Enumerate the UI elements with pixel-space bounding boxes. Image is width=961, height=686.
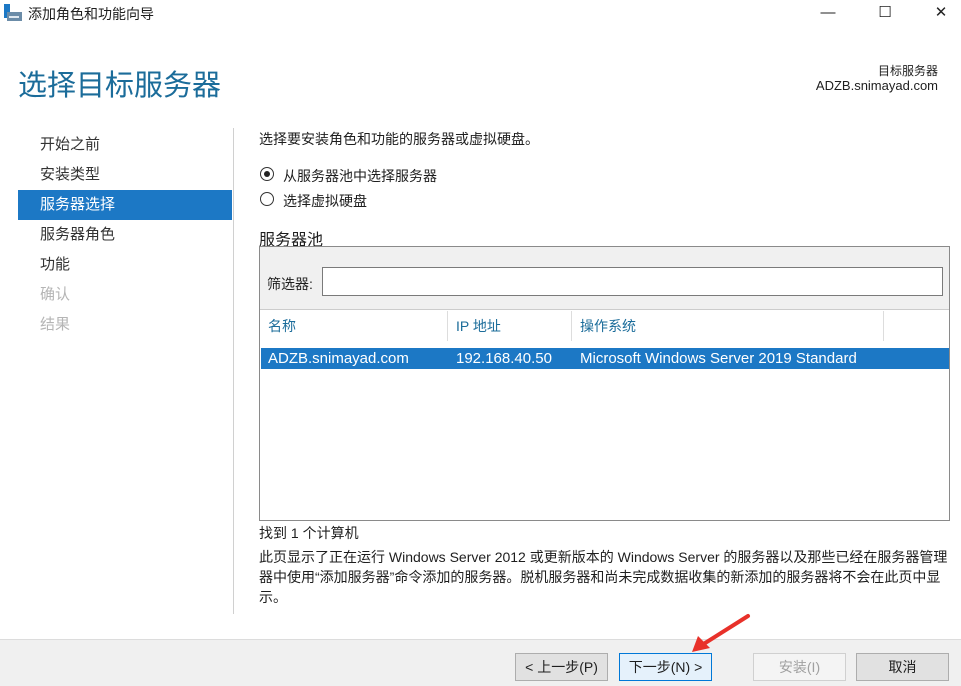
nav-item-results: 结果 bbox=[40, 316, 71, 333]
filter-input[interactable] bbox=[322, 267, 943, 296]
instruction-text: 选择要安装角色和功能的服务器或虚拟硬盘。 bbox=[259, 131, 539, 147]
page-title: 选择目标服务器 bbox=[18, 70, 222, 102]
radio-label: 从服务器池中选择服务器 bbox=[283, 168, 437, 184]
server-pool: 筛选器: 名称 IP 地址 操作系统 ADZB.snimayad.com 192… bbox=[259, 246, 950, 521]
filter-label: 筛选器: bbox=[267, 276, 313, 292]
radio-button-checked[interactable] bbox=[260, 167, 274, 181]
radio-select-vhd[interactable]: 选择虚拟硬盘 bbox=[260, 192, 460, 210]
cell-ip: 192.168.40.50 bbox=[456, 350, 552, 367]
radio-select-from-pool[interactable]: 从服务器池中选择服务器 bbox=[260, 167, 460, 185]
nav-item-before-you-begin[interactable]: 开始之前 bbox=[18, 130, 232, 160]
filter-bar: 筛选器: bbox=[260, 247, 949, 310]
target-server-label: 目标服务器 bbox=[877, 64, 938, 78]
nav-item-confirmation: 确认 bbox=[40, 286, 71, 303]
column-header-ip[interactable]: IP 地址 bbox=[448, 311, 572, 341]
cell-os: Microsoft Windows Server 2019 Standard bbox=[580, 350, 857, 367]
window-title: 添加角色和功能向导 bbox=[28, 6, 154, 22]
cancel-button[interactable]: 取消 bbox=[856, 653, 949, 681]
cell-name: ADZB.snimayad.com bbox=[268, 350, 409, 367]
found-count: 找到 1 个计算机 bbox=[259, 525, 359, 541]
nav-item-features[interactable]: 功能 bbox=[18, 250, 232, 280]
install-button: 安装(I) bbox=[753, 653, 846, 681]
column-header-os[interactable]: 操作系统 bbox=[572, 311, 884, 341]
divider bbox=[233, 128, 234, 614]
maximize-icon[interactable]: ☐ bbox=[862, 0, 908, 26]
server-manager-icon bbox=[4, 4, 22, 21]
nav-item-installation-type[interactable]: 安装类型 bbox=[18, 160, 232, 190]
nav-item-server-roles[interactable]: 服务器角色 bbox=[18, 220, 232, 250]
info-note: 此页显示了正在运行 Windows Server 2012 或更新版本的 Win… bbox=[259, 549, 948, 605]
nav-item-server-selection[interactable]: 服务器选择 bbox=[18, 190, 232, 220]
radio-button[interactable] bbox=[260, 192, 274, 206]
previous-button[interactable]: < 上一步(P) bbox=[515, 653, 608, 681]
column-header-name[interactable]: 名称 bbox=[260, 311, 448, 341]
title-bar: 添加角色和功能向导 — ☐ ✕ bbox=[0, 0, 961, 26]
red-arrow-annotation-icon bbox=[692, 614, 750, 652]
target-server-value: ADZB.snimayad.com bbox=[815, 78, 938, 93]
radio-label: 选择虚拟硬盘 bbox=[283, 193, 367, 209]
table-row[interactable]: ADZB.snimayad.com 192.168.40.50 Microsof… bbox=[261, 348, 949, 369]
minimize-icon[interactable]: — bbox=[805, 0, 851, 26]
close-icon[interactable]: ✕ bbox=[918, 0, 961, 26]
